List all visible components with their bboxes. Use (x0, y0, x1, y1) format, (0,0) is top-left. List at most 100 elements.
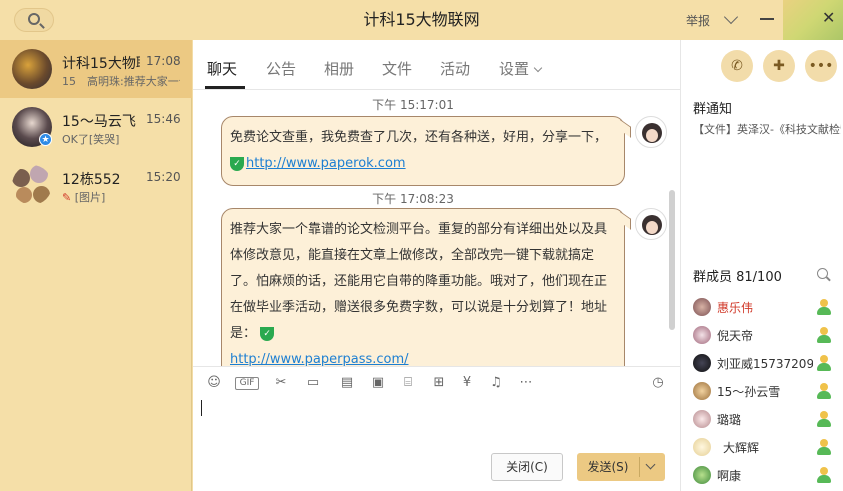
member-icon (815, 466, 833, 484)
member-name: 倪天帝 (717, 329, 754, 343)
verified-shield-icon: ✓ (230, 156, 244, 171)
gift-icon[interactable]: ⊞ (430, 375, 448, 391)
member-icon (815, 410, 833, 428)
avatar (693, 298, 711, 316)
tab-settings[interactable]: 设置 (499, 58, 543, 79)
active-tab-indicator (205, 86, 245, 89)
conversation-preview: ✎ [图片] (62, 189, 180, 205)
window-title: 计科15大物联网 (363, 10, 480, 29)
add-chat-button[interactable]: ✚ (763, 50, 795, 82)
report-button[interactable]: 举报 (686, 12, 710, 29)
member-row[interactable]: 惠乐伟 (693, 296, 841, 318)
clock-icon[interactable]: ◷ (649, 375, 667, 391)
close-chat-button[interactable]: 关闭(C) (491, 453, 563, 481)
smile-icon[interactable]: ☺ (205, 375, 223, 391)
message-link[interactable]: http://www.paperpass.com/ (230, 352, 409, 367)
send-button[interactable]: 发送(S) (577, 453, 665, 481)
conversation-name: 15～马云飞 (62, 114, 136, 130)
conversation-preview-text: [图片] (74, 191, 106, 204)
tab-chat[interactable]: 聊天 (207, 58, 237, 79)
bell-icon[interactable]: ♫ (487, 375, 505, 391)
message-time: 下午 15:17:01 (372, 98, 454, 112)
message-input[interactable]: 关闭(C) 发送(S) (193, 398, 680, 491)
divider (639, 457, 640, 477)
avatar (693, 354, 711, 372)
tab-bar: 聊天 公告 相册 文件 活动 设置 (193, 40, 680, 90)
conversation-preview: 15 高明珠:推荐大家一个 (62, 75, 180, 88)
group-avatar (12, 165, 52, 205)
conversation-item[interactable]: 12栋552 15:20 ✎ [图片] (0, 156, 192, 214)
avatar[interactable] (635, 116, 667, 148)
doc-icon[interactable]: ▤ (338, 375, 356, 391)
member-row[interactable]: 倪天帝 (693, 324, 841, 346)
tab-activities[interactable]: 活动 (440, 58, 470, 79)
phone-icon: ✆ (731, 58, 743, 74)
notice-title: 群通知 (693, 102, 733, 117)
message-link[interactable]: http://www.paperok.com (246, 156, 406, 171)
member-name: 刘亚威15737209 (717, 357, 813, 371)
message-time: 下午 17:08:23 (372, 192, 454, 206)
member-row[interactable]: 大辉辉 (693, 436, 841, 458)
message-text: 免费论文查重，我免费查了几次，还有各种送，好用，分享一下， (230, 130, 608, 145)
tab-files[interactable]: 文件 (382, 58, 412, 79)
gift-box-icon[interactable]: ⌸ (399, 375, 417, 391)
chat-panel: 聊天 公告 相册 文件 活动 设置 下午 15:17:01 免费论文查重，我免费… (193, 40, 680, 491)
verified-shield-icon: ✓ (260, 326, 275, 341)
conversation-list: 计科15大物联网 17:08 15 高明珠:推荐大家一个 ★ 15～马云飞 15… (0, 40, 192, 491)
search-icon[interactable] (817, 268, 828, 279)
member-icon (815, 326, 833, 344)
avatar (693, 438, 711, 456)
send-button-label: 发送(S) (587, 460, 629, 474)
chevron-down-icon[interactable] (645, 459, 656, 470)
member-name: 璐璐 (717, 413, 742, 427)
member-row[interactable]: 啊康 (693, 464, 841, 486)
avatar (693, 382, 711, 400)
action-bar: ✆ ✚ ••• (681, 40, 843, 90)
notice-text[interactable]: 【文件】英泽汉-《科技文献检索》 (693, 121, 841, 137)
message-bubble: 推荐大家一个靠谱的论文检测平台。重复的部分有详细出处以及具体修改意见，能直接在文… (221, 208, 625, 382)
scissors-icon[interactable]: ✂ (272, 375, 290, 391)
more-icon[interactable]: ⋯ (517, 375, 535, 391)
member-row[interactable]: 刘亚威15737209 (693, 352, 841, 374)
conversation-item[interactable]: ★ 15～马云飞 15:46 OK了[笑哭] (0, 98, 192, 156)
more-icon: ••• (808, 58, 834, 74)
conversation-item[interactable]: 计科15大物联网 17:08 15 高明珠:推荐大家一个 (0, 40, 192, 98)
text-cursor (201, 400, 202, 416)
image-icon[interactable]: ▣ (369, 375, 387, 391)
members-title: 群成员 81/100 (693, 270, 782, 285)
title-bar: 计科15大物联网 举报 ✕ (0, 0, 843, 40)
member-name: 15～孙云雪 (717, 385, 781, 399)
member-icon (815, 354, 833, 372)
tab-settings-label: 设置 (499, 60, 530, 78)
conversation-time: 17:08 (146, 54, 181, 68)
call-button[interactable]: ✆ (721, 50, 753, 82)
member-icon (815, 298, 833, 316)
folder-icon[interactable]: ▭ (304, 375, 322, 391)
conversation-name: 计科15大物联网 (62, 56, 140, 72)
member-row[interactable]: 15～孙云雪 (693, 380, 841, 402)
member-name: 啊康 (717, 469, 742, 483)
tab-album[interactable]: 相册 (324, 58, 354, 79)
message-text: 推荐大家一个靠谱的论文检测平台。重复的部分有详细出处以及具体修改意见，能直接在文… (230, 222, 608, 341)
close-button[interactable]: ✕ (822, 8, 835, 27)
chevron-down-icon (533, 63, 543, 73)
avatar (693, 410, 711, 428)
avatar (693, 466, 711, 484)
tab-announcement[interactable]: 公告 (266, 58, 296, 79)
receipt-icon[interactable]: ¥ (458, 375, 476, 391)
message-list[interactable]: 下午 15:17:01 免费论文查重，我免费查了几次，还有各种送，好用，分享一下… (193, 90, 680, 382)
member-name: 惠乐伟 (717, 301, 754, 315)
scrollbar[interactable] (669, 190, 675, 330)
message-bubble: 免费论文查重，我免费查了几次，还有各种送，好用，分享一下， ✓ http://ww… (221, 116, 625, 186)
group-info-panel: ✆ ✚ ••• 群通知 【文件】英泽汉-《科技文献检索》 群成员 81/100 … (680, 40, 843, 491)
member-row[interactable]: 璐璐 (693, 408, 841, 430)
input-toolbar: ☺ GIF ✂ ▭ ▤ ▣ ⌸ ⊞ ¥ ♫ ⋯ ◷ (193, 366, 680, 398)
more-button[interactable]: ••• (805, 50, 837, 82)
chat-add-icon: ✚ (773, 58, 785, 74)
avatar[interactable] (635, 208, 667, 240)
pencil-icon: ✎ (62, 191, 72, 204)
conversation-time: 15:46 (146, 112, 181, 126)
gif-icon[interactable]: GIF (235, 377, 259, 390)
member-icon (815, 382, 833, 400)
minimize-button[interactable] (760, 18, 774, 20)
